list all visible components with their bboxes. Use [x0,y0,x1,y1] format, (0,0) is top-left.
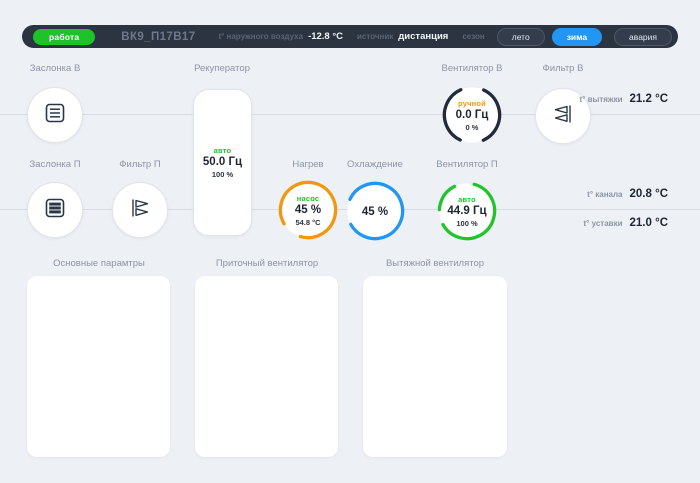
panel-supply-fan-title: Приточный вентилятор [215,258,319,269]
fan-exhaust-label: Вентилятор В [441,63,503,74]
cooling-values: 45 % [344,180,406,242]
fan-supply-percent: 100 % [456,218,478,228]
outdoor-temp-label: t° наружного воздуха [218,32,304,41]
exhaust-temp-label: t° вытяжки [579,95,623,104]
season-label: сезон [462,32,485,41]
cooling-label: Охлаждение [347,159,403,170]
season-summer-button[interactable]: лето [496,27,545,46]
panel-exhaust-fan-card [363,276,507,457]
outdoor-temp-group: t° наружного воздуха -12.8 °C [218,31,343,42]
outdoor-temp-value: -12.8 °C [308,31,344,42]
panel-exhaust-fan-title: Вытяжной вентилятор [385,258,485,269]
exhaust-temp-value: 21.2 °C [629,93,668,105]
exhaust-temp-row: t° вытяжки 21.2 °C [580,93,669,105]
heating-percent: 45 % [294,203,322,216]
cooling-percent: 45 % [361,205,389,218]
damper-filled-icon [43,196,67,225]
damper-supply-component[interactable] [27,182,83,238]
panel-main-params-title: Основные парамтры [53,258,145,269]
unit-title: ВК9_П17В17 [121,30,196,43]
channel-temp-label: t° канала [587,190,623,199]
recuperator-label: Рекуператор [194,63,250,74]
cooling-component[interactable]: 45 % [344,180,406,242]
heating-mode-badge: насос [296,193,320,203]
channel-temp-value: 20.8 °C [629,188,668,200]
setpoint-temp-label: t° уставки [583,219,623,228]
damper-exhaust-component[interactable] [27,87,83,143]
damper-outline-icon [43,101,67,130]
filter-right-icon [128,196,152,225]
fan-exhaust-frequency: 0.0 Гц [455,108,489,121]
fan-supply-frequency: 44.9 Гц [447,204,487,217]
fan-supply-mode-badge: авто [458,194,476,204]
heating-temp: 54.8 °C [295,217,321,227]
filter-left-icon [551,102,575,131]
panel-supply-fan-card [195,276,338,457]
status-badge: работа [33,28,96,45]
recuperator-frequency: 50.0 Гц [202,156,243,168]
fan-exhaust-component[interactable]: ручной 0.0 Гц 0 % [441,84,503,146]
fan-supply-component[interactable]: авто 44.9 Гц 100 % [436,180,498,242]
fan-exhaust-values: ручной 0.0 Гц 0 % [441,84,503,146]
top-status-bar: работа ВК9_П17В17 t° наружного воздуха -… [22,25,678,48]
recuperator-mode-badge: авто [213,146,232,155]
fan-exhaust-percent: 0 % [465,122,479,132]
fan-supply-values: авто 44.9 Гц 100 % [436,180,498,242]
alarm-button[interactable]: авария [614,27,672,46]
filter-supply-label: Фильтр П [119,159,161,170]
heating-values: насос 45 % 54.8 °C [277,179,339,241]
recuperator-component[interactable]: авто 50.0 Гц 100 % [193,89,252,236]
filter-supply-component[interactable] [112,182,168,238]
panel-main-params-card [27,276,170,457]
setpoint-temp-row: t° уставки 21.0 °C [584,217,668,229]
channel-temp-row: t° канала 20.8 °C [587,188,668,200]
hvac-dashboard: работа ВК9_П17В17 t° наружного воздуха -… [0,0,700,483]
exhaust-flow-line [0,114,700,115]
fan-exhaust-mode-badge: ручной [458,98,486,108]
damper-exhaust-label: Заслонка В [29,63,81,74]
filter-exhaust-label: Фильтр В [542,63,584,74]
setpoint-temp-value: 21.0 °C [629,217,668,229]
season-winter-button[interactable]: зима [551,27,603,46]
fan-supply-label: Вентилятор П [436,159,498,170]
source-group: источник дистанция [357,31,448,42]
recuperator-percent: 100 % [211,170,234,179]
source-label: источник [357,32,394,41]
heating-component[interactable]: насос 45 % 54.8 °C [277,179,339,241]
source-value: дистанция [398,31,449,42]
